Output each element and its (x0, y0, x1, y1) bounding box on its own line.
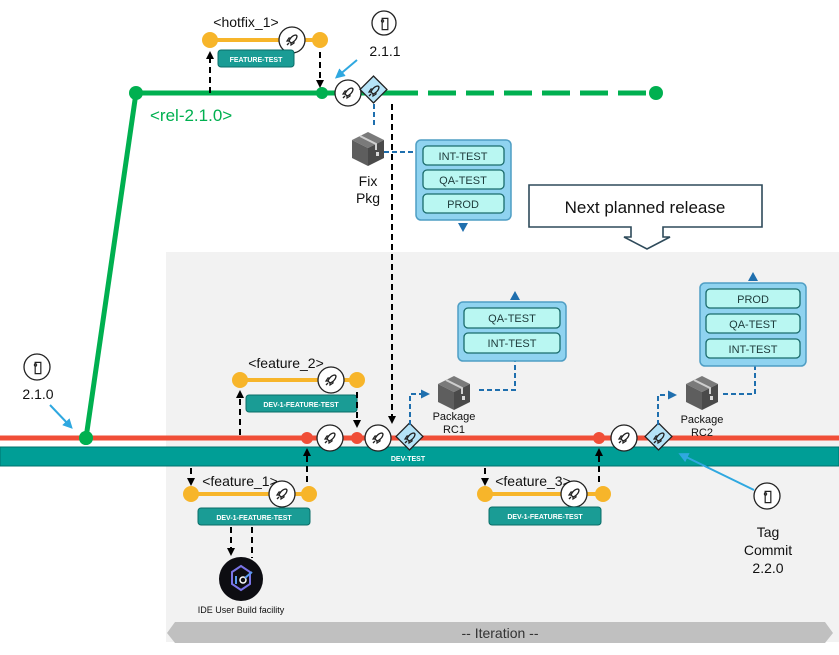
rc2-label-2: RC2 (691, 427, 713, 439)
dev-test-label: DEV-TEST (391, 456, 426, 463)
rc2-env-qa-text: QA-TEST (729, 319, 777, 331)
iteration-arrow: -- Iteration -- (167, 622, 833, 643)
hotfix-deploy-icon[interactable] (278, 26, 306, 54)
release-end-node[interactable] (649, 86, 663, 100)
ide-build-icon[interactable] (219, 557, 263, 601)
feature-2-start-node[interactable] (232, 372, 248, 388)
next-release-text: Next planned release (565, 198, 726, 217)
branching-diagram: Next planned release <rel-2.1.0> <hotfix… (0, 10, 839, 643)
rc1-env-qa-text: QA-TEST (488, 313, 536, 325)
rc1-env-int-text: INT-TEST (488, 338, 537, 350)
iteration-label: -- Iteration -- (461, 625, 538, 641)
main-commit-3[interactable] (593, 432, 605, 444)
feature-1-env-badge-text: DEV-1-FEATURE-TEST (216, 515, 292, 522)
fix-env-qa-text: QA-TEST (439, 175, 487, 187)
feature-2-label: <feature_2> (248, 355, 324, 371)
feature-3-label: <feature_3> (495, 473, 571, 489)
release-merge-node[interactable] (316, 87, 328, 99)
release-tag-label-1: Tag (757, 524, 780, 540)
hotfix-branch: <hotfix_1> FEATURE-TEST (202, 14, 328, 93)
hotfix-end-node[interactable] (312, 32, 328, 48)
rc2-label-1: Package (681, 414, 724, 426)
feature-1-end-node[interactable] (301, 486, 317, 502)
release-branch-label: <rel-2.1.0> (150, 106, 232, 125)
release-tag-label-2: Commit (744, 542, 792, 558)
rc1-env-box: QA-TEST INT-TEST (457, 291, 567, 362)
hotfix-start-node[interactable] (202, 32, 218, 48)
rc2-env-box: PROD QA-TEST INT-TEST (699, 272, 807, 367)
release-start-node[interactable] (129, 86, 143, 100)
feature-1-start-node[interactable] (183, 486, 199, 502)
ide-label: IDE User Build facility (198, 605, 285, 615)
feature-3-env-badge-text: DEV-1-FEATURE-TEST (507, 514, 583, 521)
fix-pkg-env-box: INT-TEST QA-TEST PROD (415, 139, 512, 232)
fix-pkg-label-1: Fix (359, 173, 378, 189)
feature-1-label: <feature_1> (202, 473, 278, 489)
main-deploy-icon-1[interactable] (316, 424, 344, 452)
base-tag[interactable]: 2.1.0 (22, 353, 73, 429)
fix-env-prod-text: PROD (447, 199, 479, 211)
rc2-env-prod-text: PROD (737, 294, 769, 306)
hotfix-env-badge-text: FEATURE-TEST (230, 57, 283, 64)
feature-3-start-node[interactable] (477, 486, 493, 502)
next-release-callout: Next planned release (528, 184, 763, 250)
fix-env-int-text: INT-TEST (439, 151, 488, 163)
hotfix-tag-label: 2.1.1 (369, 43, 400, 59)
main-commit-2[interactable] (351, 432, 363, 444)
main-deploy-icon-3[interactable] (610, 424, 638, 452)
release-package-diamond[interactable] (359, 75, 388, 104)
feature-2-end-node[interactable] (349, 372, 365, 388)
fix-pkg-icon (351, 131, 385, 167)
release-tag-label-3: 2.2.0 (752, 560, 783, 576)
main-deploy-icon-2[interactable] (364, 424, 392, 452)
fix-pkg-label-2: Pkg (356, 190, 380, 206)
feature-3-end-node[interactable] (595, 486, 611, 502)
rc2-env-int-text: INT-TEST (729, 344, 778, 356)
release-deploy-icon[interactable] (334, 79, 362, 107)
hotfix-label: <hotfix_1> (213, 14, 278, 30)
rc1-label-1: Package (433, 411, 476, 423)
feature-2-env-badge-text: DEV-1-FEATURE-TEST (263, 402, 339, 409)
base-tag-label: 2.1.0 (22, 386, 53, 402)
hotfix-tag[interactable]: 2.1.1 (334, 10, 401, 79)
main-commit-1[interactable] (301, 432, 313, 444)
rc1-label-2: RC1 (443, 424, 465, 436)
